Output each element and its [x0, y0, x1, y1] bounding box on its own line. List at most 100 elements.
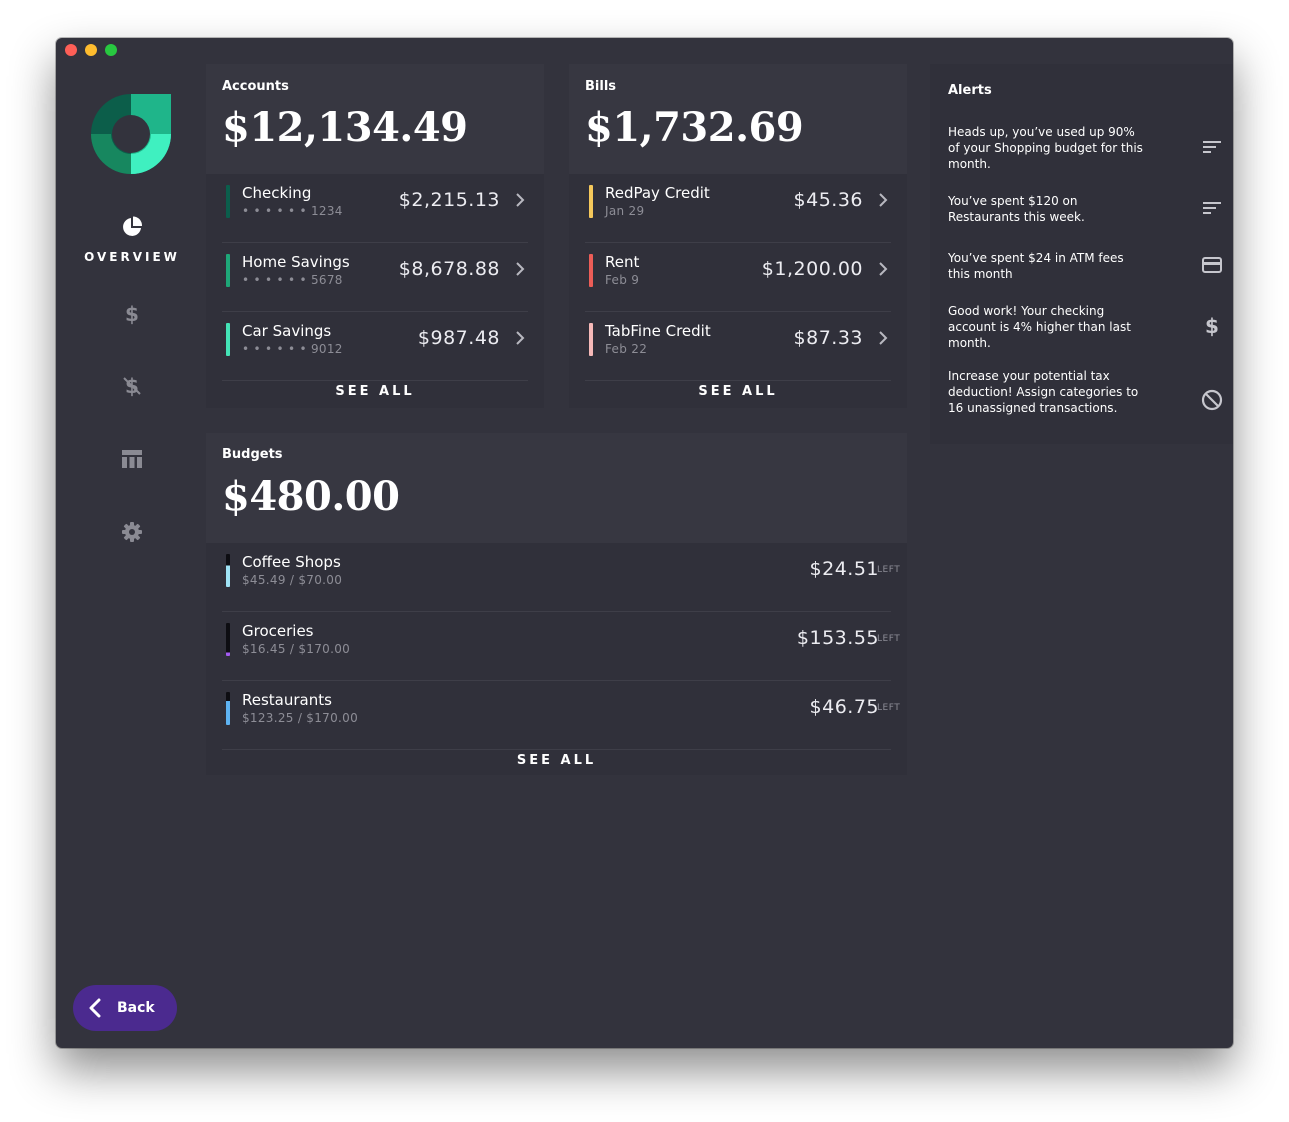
budgets-header: Budgets $480.00 [206, 433, 907, 543]
bills-item-detail: Feb 22 [605, 342, 648, 356]
budgets-item-name: Coffee Shops [242, 553, 341, 571]
budgets-row[interactable]: Groceries $16.45 / $170.00 $153.55 LEFT [222, 612, 900, 681]
bills-row[interactable]: RedPay Credit Jan 29 $45.36 [585, 174, 891, 243]
bills-item-name: TabFine Credit [605, 322, 711, 340]
accounts-total: $12,134.49 [222, 104, 468, 151]
remaining-label: LEFT [877, 634, 901, 644]
chevron-right-icon [516, 262, 525, 276]
nav-overview[interactable]: OVERVIEW [56, 216, 208, 264]
back-button[interactable]: Back [73, 985, 177, 1031]
accounts-item-amount: $2,215.13 [398, 189, 500, 211]
credit-card-icon[interactable] [1200, 253, 1224, 277]
budgets-item-name: Groceries [242, 622, 314, 640]
remaining-label: LEFT [877, 703, 901, 713]
sort-lines-icon[interactable] [1200, 135, 1224, 159]
budgets-color-bar [226, 554, 230, 587]
app-window: OVERVIEW $ $ [56, 38, 1233, 1048]
accounts-item-amount: $8,678.88 [398, 258, 500, 280]
budgets-total: $480.00 [222, 473, 400, 520]
budgets-row[interactable]: Restaurants $123.25 / $170.00 $46.75 LEFT [222, 681, 900, 750]
accounts-row[interactable]: Home Savings • • • • • • 5678 $8,678.88 [222, 243, 528, 312]
bills-header: Bills $1,732.69 [569, 64, 907, 174]
accounts-row[interactable]: Checking • • • • • • 1234 $2,215.13 [222, 174, 528, 243]
accounts-header: Accounts $12,134.49 [206, 64, 544, 174]
budgets-item-amount: $24.51 [809, 558, 879, 580]
remaining-label: LEFT [877, 565, 901, 575]
alert-item: Heads up, you’ve used up 90% of your Sho… [948, 125, 1143, 171]
alerts-panel: Alerts Heads up, you’ve used up 90% of y… [930, 64, 1233, 444]
chevron-right-icon [879, 193, 888, 207]
bills-panel: Bills $1,732.69 RedPay Credit Jan 29 $45.3… [569, 64, 907, 408]
accounts-item-detail: • • • • • • 5678 [242, 273, 343, 287]
accounts-title: Accounts [222, 79, 289, 94]
chevron-right-icon [516, 193, 525, 207]
bills-row[interactable]: TabFine Credit Feb 22 $87.33 [585, 312, 891, 381]
minimize-window-button[interactable] [85, 44, 97, 56]
accounts-row[interactable]: Car Savings • • • • • • 9012 $987.48 [222, 312, 528, 381]
budgets-item-detail: $123.25 / $170.00 [242, 711, 359, 725]
budgets-color-bar [226, 623, 230, 656]
bills-item-amount: $87.33 [793, 327, 863, 349]
chevron-left-icon [89, 998, 101, 1018]
table-icon [121, 448, 143, 470]
bills-color-bar [589, 185, 593, 218]
alerts-title: Alerts [948, 83, 992, 98]
accounts-item-name: Checking [242, 184, 312, 202]
bills-item-detail: Feb 9 [605, 273, 640, 287]
budgets-item-name: Restaurants [242, 691, 332, 709]
nav-settings[interactable] [56, 521, 208, 543]
bills-see-all-button[interactable]: SEE ALL [569, 384, 907, 399]
nav-transactions[interactable]: $ [56, 302, 208, 326]
gear-icon [121, 521, 143, 543]
accounts-see-all-button[interactable]: SEE ALL [206, 384, 544, 399]
pie-chart-icon [121, 216, 143, 238]
chevron-right-icon [879, 331, 888, 345]
window-controls [65, 44, 117, 56]
bills-item-amount: $45.36 [793, 189, 863, 211]
accounts-item-name: Car Savings [242, 322, 332, 340]
app-logo [91, 94, 171, 174]
chevron-right-icon [516, 331, 525, 345]
nav-bills[interactable]: $ [56, 374, 208, 398]
accounts-color-bar [226, 323, 230, 356]
accounts-item-amount: $987.48 [417, 327, 500, 349]
maximize-window-button[interactable] [105, 44, 117, 56]
bills-title: Bills [585, 79, 617, 94]
accounts-item-detail: • • • • • • 1234 [242, 204, 343, 218]
accounts-color-bar [226, 254, 230, 287]
close-window-button[interactable] [65, 44, 77, 56]
bills-item-amount: $1,200.00 [761, 258, 863, 280]
alert-item: Good work! Your checking account is 4% h… [948, 304, 1131, 350]
bills-color-bar [589, 254, 593, 287]
budgets-panel: Budgets $480.00 Coffee Shops $45.49 / $70… [206, 433, 907, 775]
budgets-title: Budgets [222, 447, 283, 462]
nav-budgets[interactable] [56, 448, 208, 470]
bills-item-name: RedPay Credit [605, 184, 710, 202]
bills-color-bar [589, 323, 593, 356]
budgets-item-amount: $46.75 [809, 696, 879, 718]
bills-item-name: Rent [605, 253, 640, 271]
budgets-see-all-button[interactable]: SEE ALL [206, 753, 907, 768]
alert-item: You’ve spent $120 on Restaurants this we… [948, 194, 1085, 224]
dollar-icon: $ [125, 302, 139, 326]
bills-row[interactable]: Rent Feb 9 $1,200.00 [585, 243, 891, 312]
accounts-item-detail: • • • • • • 9012 [242, 342, 343, 356]
bills-item-detail: Jan 29 [605, 204, 645, 218]
budgets-item-amount: $153.55 [796, 627, 879, 649]
block-icon[interactable] [1200, 388, 1224, 412]
accounts-item-name: Home Savings [242, 253, 350, 271]
sort-lines-icon[interactable] [1200, 196, 1224, 220]
bills-total: $1,732.69 [585, 104, 804, 151]
chevron-right-icon [879, 262, 888, 276]
accounts-color-bar [226, 185, 230, 218]
back-label: Back [117, 1000, 155, 1016]
nav-overview-label: OVERVIEW [84, 250, 180, 264]
budgets-row[interactable]: Coffee Shops $45.49 / $70.00 $24.51 LEFT [222, 543, 900, 612]
dollar-strikethrough-icon: $ [121, 374, 143, 398]
accounts-panel: Accounts $12,134.49 Checking • • • • • • … [206, 64, 544, 408]
dollar-icon[interactable]: $ [1200, 314, 1224, 338]
alert-item: You’ve spent $24 in ATM fees this month [948, 251, 1124, 281]
budgets-item-detail: $16.45 / $170.00 [242, 642, 351, 656]
budgets-color-bar [226, 692, 230, 725]
alert-item: Increase your potential tax deduction! A… [948, 369, 1139, 415]
